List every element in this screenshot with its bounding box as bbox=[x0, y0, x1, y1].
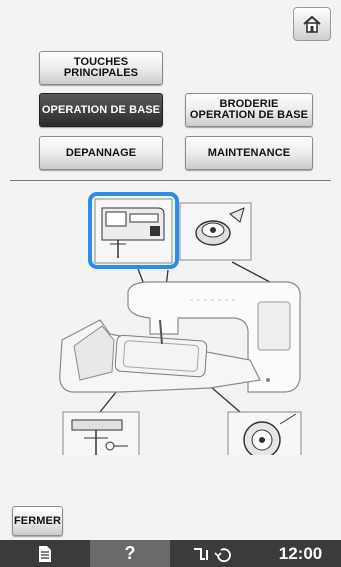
home-button[interactable] bbox=[293, 7, 331, 41]
operation-de-base-button[interactable]: OPERATION DE BASE bbox=[39, 93, 163, 127]
depannage-button[interactable]: DEPANNAGE bbox=[39, 136, 163, 170]
sensor-icon bbox=[194, 547, 231, 562]
document-button[interactable] bbox=[0, 540, 90, 567]
bobbin-case-thumbnail bbox=[227, 411, 302, 455]
bobbin-winder-thumbnail bbox=[179, 202, 252, 261]
help-icon: ? bbox=[124, 543, 136, 563]
clock: 12:00 bbox=[278, 543, 323, 563]
status-bar: ? 12:00 bbox=[0, 540, 341, 567]
maintenance-button[interactable]: MAINTENANCE bbox=[185, 136, 313, 170]
fermer-button[interactable]: FERMER bbox=[12, 506, 63, 536]
help-button[interactable]: ? bbox=[90, 540, 170, 567]
home-icon bbox=[303, 15, 321, 33]
sensor-status bbox=[178, 540, 248, 567]
document-icon bbox=[39, 545, 51, 562]
touches-principales-button[interactable]: TOUCHES PRINCIPALES bbox=[39, 51, 163, 85]
broderie-operation-de-base-button[interactable]: BRODERIE OPERATION DE BASE bbox=[185, 93, 313, 127]
selected-thumbnail-highlight[interactable] bbox=[88, 192, 179, 269]
sewing-machine-illustration bbox=[59, 281, 301, 393]
divider bbox=[10, 180, 331, 181]
needle-threader-thumbnail bbox=[62, 411, 140, 455]
